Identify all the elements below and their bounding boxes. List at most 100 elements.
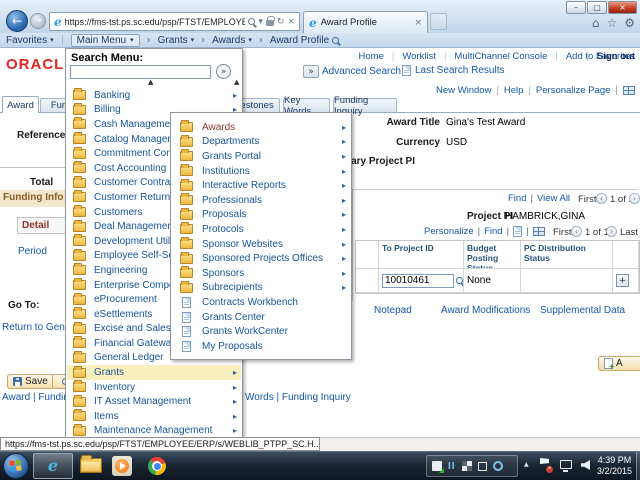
submenu-item[interactable]: Grants Center — [172, 310, 350, 325]
pager-prev-button[interactable] — [596, 193, 607, 204]
bottom-links-right[interactable]: Words | Funding Inquiry — [245, 392, 351, 403]
header-link[interactable]: Worklist — [384, 51, 436, 62]
related-link[interactable]: Notepad — [374, 305, 412, 316]
taskbar-explorer-button[interactable] — [80, 458, 102, 473]
add-row-button[interactable] — [616, 274, 629, 287]
favorites-menu[interactable]: Favorites — [6, 35, 54, 46]
back-button[interactable] — [6, 10, 28, 32]
submenu-item[interactable]: Grants Portal — [172, 149, 350, 164]
add-button-fragment[interactable]: A — [598, 356, 640, 371]
taskbar-media-player-button[interactable] — [112, 456, 132, 476]
submenu-item[interactable]: Sponsored Projects Offices — [172, 251, 350, 266]
component-tab[interactable]: Funding Inquiry — [333, 98, 397, 112]
personalize-link[interactable]: Personalize — [424, 226, 474, 237]
network-icon[interactable] — [560, 460, 572, 469]
action-center-flag-icon[interactable] — [540, 458, 550, 472]
breadcrumb-main-menu[interactable]: Main Menu — [71, 34, 140, 47]
sign-out-link[interactable]: Sign out — [579, 51, 635, 62]
favorites-star-icon[interactable] — [606, 17, 617, 29]
show-desktop-button[interactable] — [636, 452, 640, 480]
menu-item[interactable]: Inventory — [67, 380, 241, 395]
menu-search-go-button[interactable] — [216, 64, 231, 79]
menu-scroll-up-icon[interactable] — [148, 79, 153, 86]
menu-item[interactable]: Items — [67, 409, 241, 424]
submenu-item[interactable]: Departments — [172, 135, 350, 150]
component-tab[interactable]: Key Words — [283, 98, 330, 112]
project-id-input[interactable] — [382, 274, 454, 288]
header-link[interactable]: Home — [359, 51, 384, 62]
save-button[interactable]: Save — [7, 374, 54, 389]
grid-pager-prev[interactable] — [571, 226, 582, 237]
minimize-button[interactable] — [566, 1, 586, 14]
export-icon[interactable] — [513, 226, 522, 237]
tray-pause-icon[interactable]: II — [448, 461, 456, 472]
component-tab[interactable]: Award — [2, 96, 39, 113]
page-action-link[interactable]: Help — [491, 85, 523, 96]
view-all-link[interactable]: View All — [537, 193, 570, 204]
layout-grid-icon[interactable] — [623, 86, 635, 95]
last-search-results[interactable]: Last Search Results — [402, 65, 505, 76]
period-link[interactable]: Period — [18, 246, 47, 257]
new-tab-button[interactable] — [430, 13, 447, 30]
close-button[interactable] — [608, 1, 637, 14]
related-link[interactable]: Award Modifications — [441, 305, 530, 316]
breadcrumb-award-profile[interactable]: Award Profile — [270, 35, 339, 46]
menu-item-label: Billing — [94, 104, 121, 115]
download-grid-icon[interactable] — [533, 227, 545, 236]
submenu-item[interactable]: Interactive Reports — [172, 178, 350, 193]
search-icon[interactable] — [248, 18, 255, 25]
submenu-item[interactable]: Subrecipients — [172, 281, 350, 296]
detail-grid-tab[interactable]: Detail — [17, 217, 66, 234]
forward-button[interactable] — [30, 13, 46, 29]
menu-item[interactable]: Banking — [67, 88, 241, 103]
tray-checker-icon[interactable] — [462, 461, 472, 471]
find-link[interactable]: Find — [508, 193, 526, 204]
home-icon[interactable] — [592, 17, 600, 29]
submenu-item[interactable]: Institutions — [172, 164, 350, 179]
find-link[interactable]: Find — [484, 226, 502, 237]
search-expand-button[interactable] — [303, 65, 319, 78]
submenu-item[interactable]: Professionals — [172, 193, 350, 208]
menu-search-input[interactable] — [70, 65, 211, 79]
submenu-item[interactable]: Grants WorkCenter — [172, 324, 350, 339]
submenu-arrow-icon — [342, 123, 346, 132]
menu-item[interactable]: Grants — [67, 365, 241, 380]
tab-close-icon[interactable] — [414, 18, 422, 28]
submenu-item[interactable]: Awards — [172, 120, 350, 135]
pager-next-button[interactable] — [629, 193, 640, 204]
gear-icon[interactable] — [624, 17, 635, 29]
menu-item[interactable]: IT Asset Management — [67, 394, 241, 409]
taskbar-chrome-button[interactable] — [148, 457, 166, 475]
header-link[interactable]: MultiChannel Console — [436, 51, 547, 62]
page-action-link[interactable]: Personalize Page — [523, 85, 610, 96]
refresh-icon[interactable] — [277, 17, 285, 27]
tray-app-icon[interactable] — [432, 461, 442, 471]
tray-expand-icon[interactable] — [524, 461, 529, 468]
grid-pager-next[interactable] — [606, 226, 617, 237]
taskbar-clock[interactable]: 4:39 PM 3/2/2015 — [597, 455, 632, 477]
stop-icon[interactable] — [287, 17, 295, 27]
address-dropdown-icon[interactable] — [258, 17, 263, 27]
browser-tab[interactable]: e Award Profile — [303, 11, 428, 33]
tray-square-icon[interactable] — [478, 462, 487, 471]
menu-scroll-up-icon[interactable] — [234, 79, 239, 86]
submenu-item[interactable]: Proposals — [172, 208, 350, 223]
taskbar-ie-button[interactable]: e — [33, 453, 73, 479]
breadcrumb-grants[interactable]: Grants — [158, 35, 195, 46]
submenu-item[interactable]: Sponsor Websites — [172, 237, 350, 252]
submenu-item[interactable]: Sponsors — [172, 266, 350, 281]
tray-ring-icon[interactable] — [493, 461, 503, 471]
address-bar[interactable]: e https://fms-tst.ps.sc.edu/psp/FTST/EMP… — [49, 12, 300, 31]
submenu-item-label: Interactive Reports — [202, 180, 286, 191]
related-link[interactable]: Supplemental Data — [540, 305, 625, 316]
advanced-search-link[interactable]: Advanced Search — [322, 66, 401, 77]
submenu-item[interactable]: My Proposals — [172, 339, 350, 354]
maximize-button[interactable] — [587, 1, 607, 14]
start-button[interactable] — [3, 453, 29, 479]
page-action-link[interactable]: New Window — [436, 85, 491, 96]
speaker-icon[interactable] — [581, 460, 590, 470]
submenu-item[interactable]: Contracts Workbench — [172, 295, 350, 310]
lookup-icon[interactable] — [456, 277, 463, 284]
breadcrumb-awards[interactable]: Awards — [212, 35, 252, 46]
submenu-item[interactable]: Protocols — [172, 222, 350, 237]
